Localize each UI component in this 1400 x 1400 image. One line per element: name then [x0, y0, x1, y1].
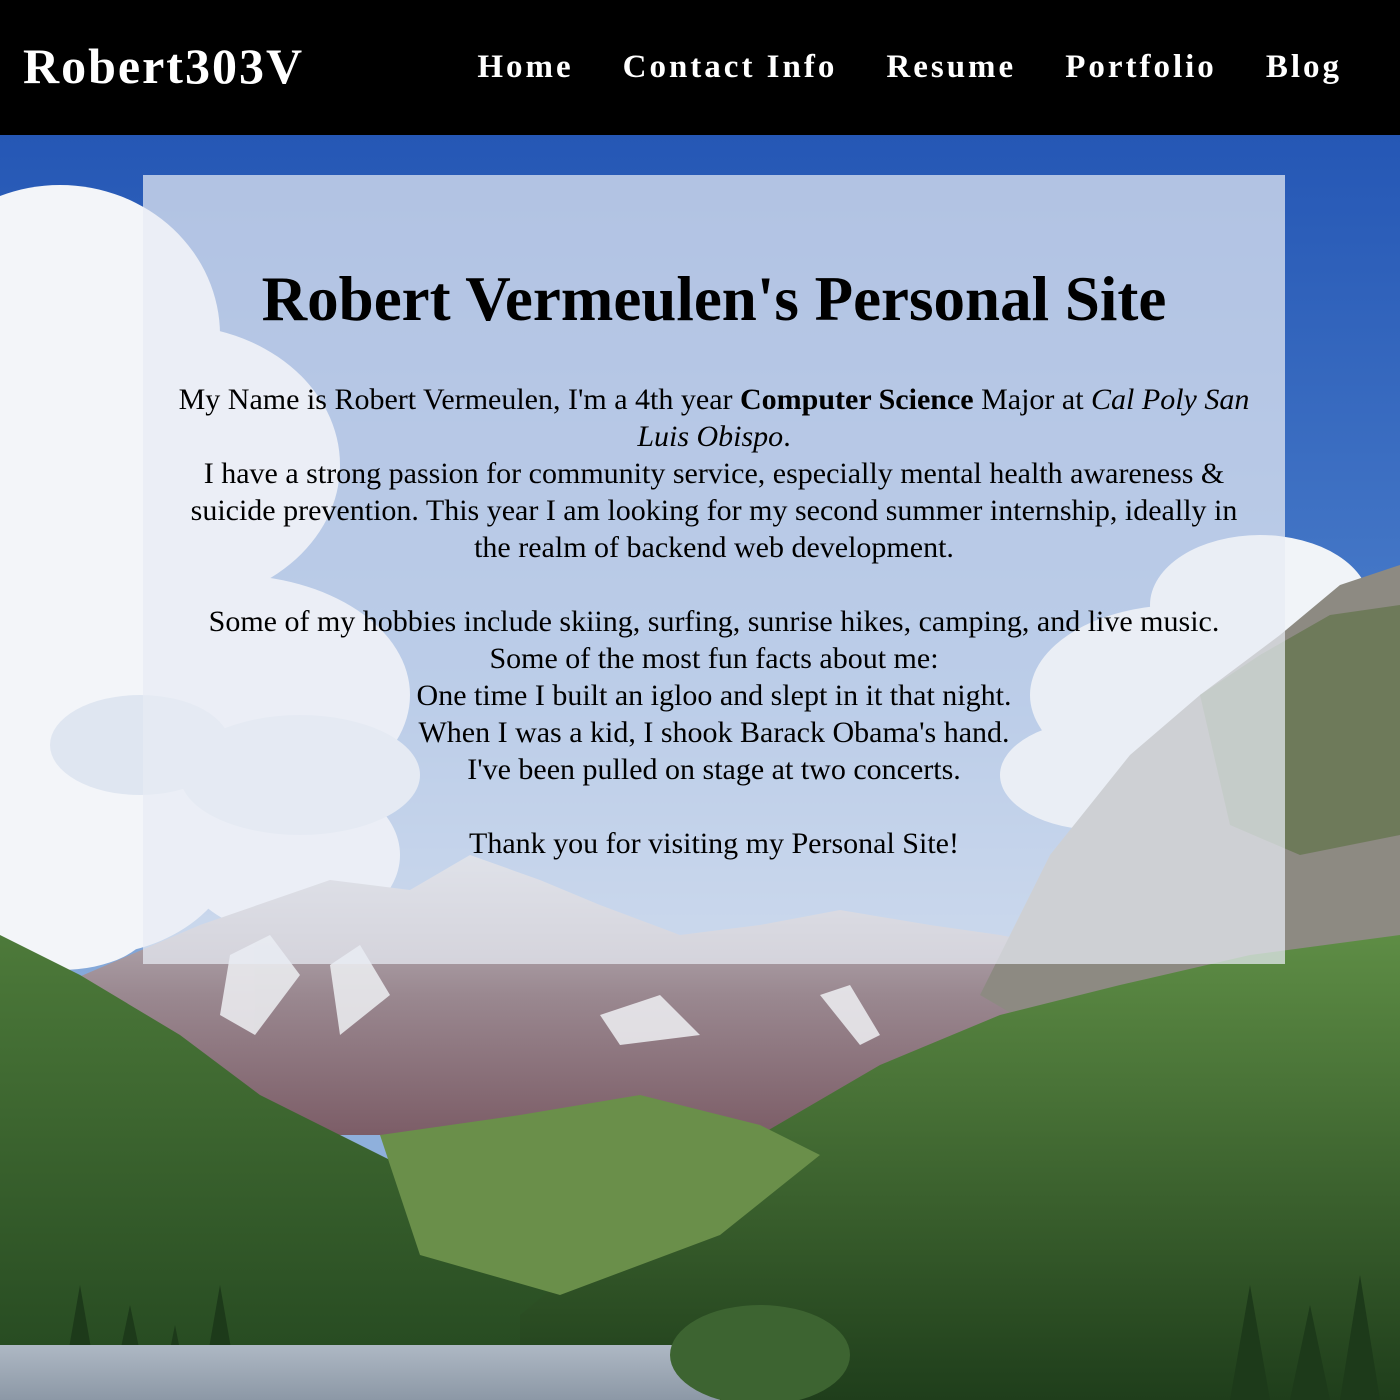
intro-text-segment: Major at	[973, 383, 1092, 416]
nav-link-portfolio[interactable]: Portfolio	[1065, 44, 1217, 90]
site-header: Robert303V Home Contact Info Resume Port…	[0, 0, 1400, 135]
major-highlight: Computer Science	[740, 383, 974, 416]
fun-facts-header: Some of the most fun facts about me:	[489, 642, 939, 675]
page-title: Robert Vermeulen's Personal Site	[261, 264, 1167, 334]
intro-text: My Name is Robert Vermeulen, I'm a 4th y…	[174, 381, 1254, 862]
intro-card: Robert Vermeulen's Personal Site My Name…	[143, 175, 1285, 964]
fun-fact-item: One time I built an igloo and slept in i…	[416, 679, 1012, 712]
intro-line-major: My Name is Robert Vermeulen, I'm a 4th y…	[174, 381, 1254, 455]
hobbies-paragraph: Some of my hobbies include skiing, surfi…	[208, 605, 1220, 638]
nav-link-home[interactable]: Home	[477, 44, 573, 90]
nav-link-resume[interactable]: Resume	[886, 44, 1016, 90]
nav-link-blog[interactable]: Blog	[1266, 44, 1342, 90]
intro-text-segment: My Name is Robert Vermeulen, I'm a 4th y…	[178, 383, 740, 416]
intro-text-segment: .	[783, 420, 791, 453]
site-brand-link[interactable]: Robert303V	[23, 36, 304, 96]
passion-paragraph: I have a strong passion for community se…	[190, 457, 1238, 564]
main-nav: Home Contact Info Resume Portfolio Blog	[477, 44, 1342, 90]
fun-fact-item: I've been pulled on stage at two concert…	[467, 753, 961, 786]
fun-fact-item: When I was a kid, I shook Barack Obama's…	[418, 716, 1010, 749]
thanks-message: Thank you for visiting my Personal Site!	[469, 827, 959, 860]
nav-link-contact-info[interactable]: Contact Info	[623, 44, 838, 90]
